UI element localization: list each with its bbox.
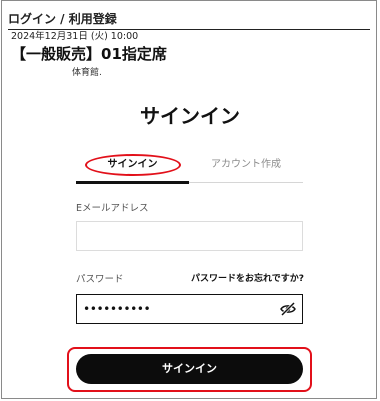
password-label: パスワード	[76, 274, 124, 285]
signin-button[interactable]: サインイン	[76, 354, 303, 384]
email-field[interactable]	[76, 221, 303, 251]
tab-divider	[189, 182, 303, 183]
tab-signin[interactable]: サインイン	[76, 150, 189, 180]
signin-heading: サインイン	[140, 104, 240, 128]
password-field[interactable]: ••••••••••	[76, 294, 303, 324]
email-label: Eメールアドレス	[76, 203, 149, 214]
page-header: ログイン / 利用登録	[8, 10, 370, 30]
tab-active-indicator	[76, 181, 189, 184]
event-venue: 体育館.	[72, 68, 102, 78]
password-value: ••••••••••	[83, 302, 151, 316]
page-title: ログイン / 利用登録	[8, 12, 117, 26]
tab-create-account[interactable]: アカウント作成	[189, 150, 303, 180]
event-datetime: 2024年12月31日 (火) 10:00	[11, 31, 139, 42]
event-title: 【一般販売】01指定席	[11, 45, 167, 63]
forgot-password-link[interactable]: パスワードをお忘れですか?	[191, 271, 304, 284]
eye-off-icon[interactable]	[280, 302, 296, 316]
